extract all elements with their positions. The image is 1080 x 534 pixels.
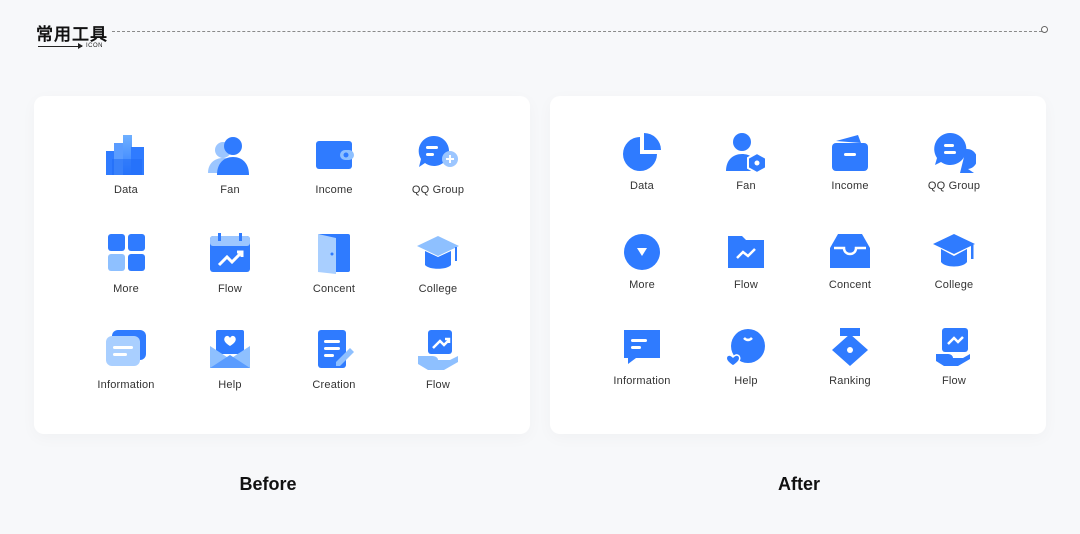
after-item-flow-hand[interactable]: Flow <box>902 325 1006 421</box>
item-label: QQ Group <box>411 184 465 196</box>
item-label: Fan <box>736 180 756 192</box>
after-item-data[interactable]: Data <box>590 130 694 229</box>
chat-bubbles-icon <box>931 130 977 176</box>
before-item-information[interactable]: Information <box>74 327 178 423</box>
item-label: Data <box>629 180 655 192</box>
before-item-income[interactable]: Income <box>282 132 386 231</box>
before-item-qq-group[interactable]: QQ Group <box>386 132 490 231</box>
wallet-icon <box>311 132 357 178</box>
item-label: More <box>629 279 655 291</box>
page-title: 常用工具 <box>36 25 108 45</box>
graduation-cap-icon <box>931 229 977 275</box>
item-label: Income <box>315 184 353 196</box>
calendar-trend-icon <box>207 231 253 277</box>
before-item-flow-hand[interactable]: Flow <box>386 327 490 423</box>
item-label: More <box>113 283 139 295</box>
hand-trend-icon <box>931 325 977 371</box>
before-item-flow[interactable]: Flow <box>178 231 282 327</box>
item-label: Creation <box>312 379 356 391</box>
before-item-creation[interactable]: Creation <box>282 327 386 423</box>
message-icon <box>103 327 149 373</box>
folder-trend-icon <box>723 229 769 275</box>
item-label: College <box>934 279 974 291</box>
after-item-qq-group[interactable]: QQ Group <box>902 130 1006 229</box>
after-icon-grid: Data Fan Income QQ Group More Flow Conce… <box>590 130 1006 421</box>
grid-icon <box>103 231 149 277</box>
pie-chart-icon <box>619 130 665 176</box>
after-item-flow[interactable]: Flow <box>694 229 798 325</box>
item-label: Concent <box>828 279 872 291</box>
after-item-information[interactable]: Information <box>590 325 694 421</box>
envelope-heart-icon <box>207 327 253 373</box>
smile-heart-icon <box>723 325 769 371</box>
medal-icon <box>827 325 873 371</box>
document-pen-icon <box>311 327 357 373</box>
before-panel: Data Fan Income QQ Group More Flow Conce… <box>34 96 530 434</box>
before-icon-grid: Data Fan Income QQ Group More Flow Conce… <box>74 132 490 423</box>
hand-trend-icon <box>415 327 461 373</box>
item-label: Data <box>113 184 139 196</box>
after-caption: After <box>777 474 820 494</box>
before-item-fan[interactable]: Fan <box>178 132 282 231</box>
item-label: Ranking <box>829 375 871 387</box>
wallet-icon <box>827 130 873 176</box>
after-item-concent[interactable]: Concent <box>798 229 902 325</box>
after-item-ranking[interactable]: Ranking <box>798 325 902 421</box>
before-item-more[interactable]: More <box>74 231 178 327</box>
item-label: College <box>418 283 458 295</box>
circle-down-icon <box>619 229 665 275</box>
bar-chart-icon <box>103 132 149 178</box>
after-item-fan[interactable]: Fan <box>694 130 798 229</box>
divider-end-circle <box>1041 26 1048 33</box>
page-subtitle: ICON <box>86 43 103 49</box>
inbox-icon <box>827 229 873 275</box>
user-icon <box>207 132 253 178</box>
after-item-more[interactable]: More <box>590 229 694 325</box>
item-label: Concent <box>312 283 356 295</box>
item-label: Flow <box>425 379 451 391</box>
item-label: Information <box>613 375 671 387</box>
message-icon <box>619 325 665 371</box>
item-label: Flow <box>941 375 967 387</box>
item-label: Income <box>831 180 869 192</box>
item-label: Flow <box>217 283 243 295</box>
arrow-icon <box>38 43 83 49</box>
item-label: Information <box>97 379 155 391</box>
before-item-data[interactable]: Data <box>74 132 178 231</box>
after-item-help[interactable]: Help <box>694 325 798 421</box>
user-badge-icon <box>723 130 769 176</box>
item-label: Help <box>734 375 758 387</box>
page-header: 常用工具 ICON <box>36 18 1052 58</box>
item-label: Help <box>218 379 242 391</box>
before-caption: Before <box>239 474 297 494</box>
door-icon <box>311 231 357 277</box>
after-item-income[interactable]: Income <box>798 130 902 229</box>
chat-add-icon <box>415 132 461 178</box>
before-item-help[interactable]: Help <box>178 327 282 423</box>
item-label: Fan <box>220 184 240 196</box>
after-item-college[interactable]: College <box>902 229 1006 325</box>
item-label: QQ Group <box>927 180 981 192</box>
before-item-concent[interactable]: Concent <box>282 231 386 327</box>
header-divider <box>112 31 1042 32</box>
before-item-college[interactable]: College <box>386 231 490 327</box>
after-panel: Data Fan Income QQ Group More Flow Conce… <box>550 96 1046 434</box>
item-label: Flow <box>733 279 759 291</box>
graduation-cap-icon <box>415 231 461 277</box>
